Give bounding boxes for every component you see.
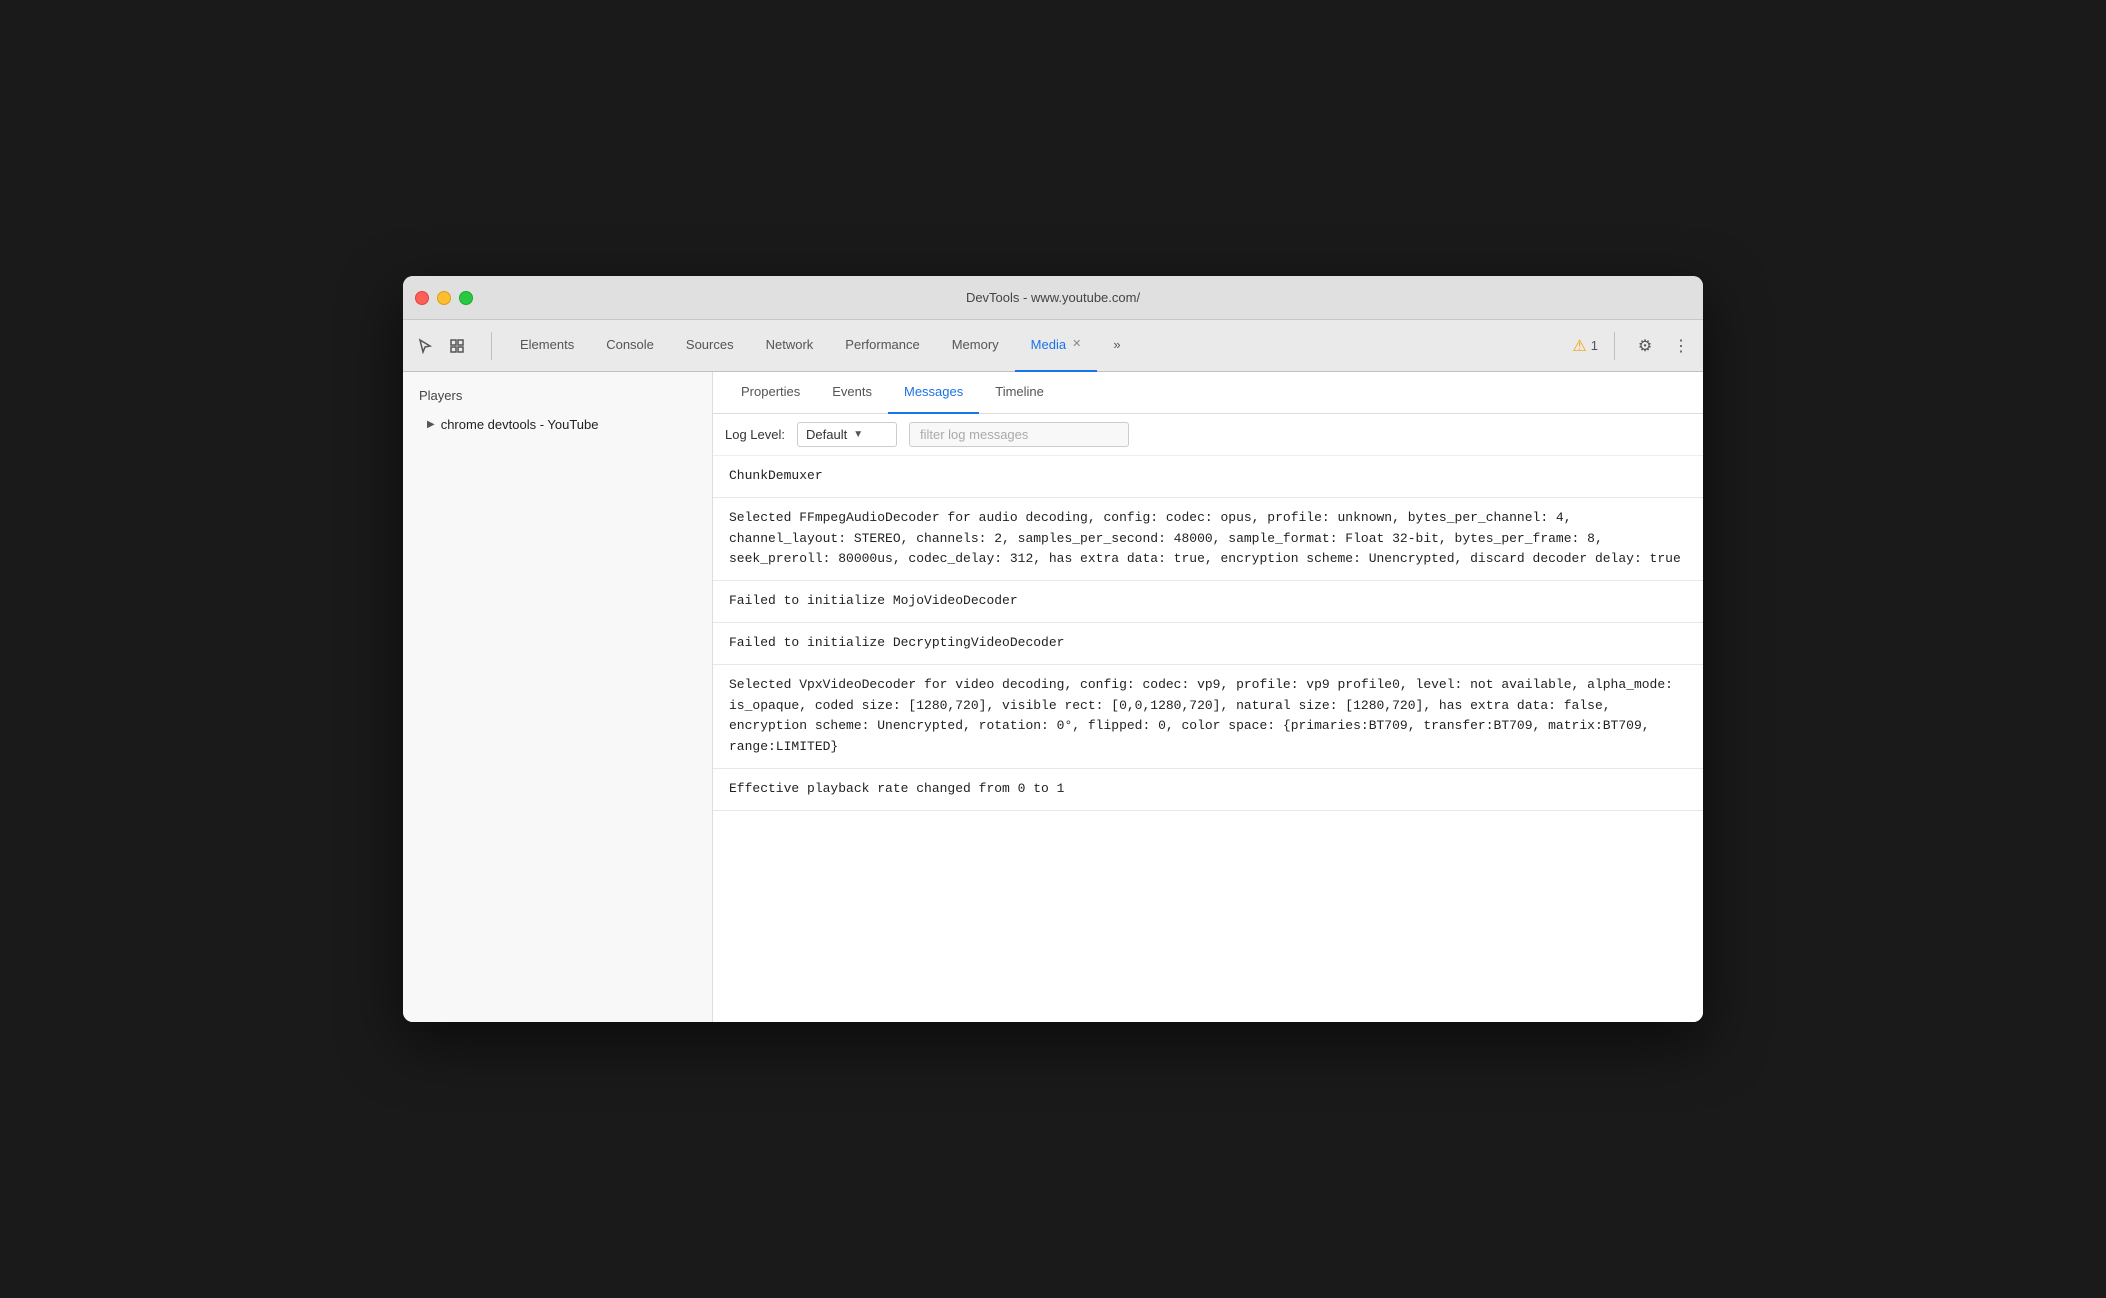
tab-network[interactable]: Network [750,320,830,372]
sidebar-arrow-icon: ▶ [427,419,435,430]
warning-badge[interactable]: ⚠ 1 [1572,336,1598,356]
sub-tab-messages[interactable]: Messages [888,372,979,414]
filter-input[interactable] [909,422,1129,447]
traffic-lights [415,291,473,305]
list-item: Failed to initialize DecryptingVideoDeco… [713,623,1703,665]
tab-sources[interactable]: Sources [670,320,750,372]
panel: Properties Events Messages Timeline Log … [713,372,1703,1022]
sub-tab-events[interactable]: Events [816,372,888,414]
list-item: Effective playback rate changed from 0 t… [713,769,1703,811]
tab-close-icon[interactable]: ✕ [1072,339,1081,350]
warning-icon: ⚠ [1572,336,1586,356]
toolbar-right: ⚠ 1 ⚙ ⋮ [1572,332,1695,360]
window-title: DevTools - www.youtube.com/ [966,290,1140,305]
inspect-icon-btn[interactable] [443,332,471,360]
log-level-label: Log Level: [725,427,785,442]
sub-tab-timeline[interactable]: Timeline [979,372,1060,414]
toolbar-divider [491,332,492,360]
sub-tabs: Properties Events Messages Timeline [713,372,1703,414]
list-item: ChunkDemuxer [713,456,1703,498]
toolbar-tabs: Elements Console Sources Network Perform… [504,320,1568,372]
sidebar: Players ▶ chrome devtools - YouTube [403,372,713,1022]
messages-list: ChunkDemuxer Selected FFmpegAudioDecoder… [713,456,1703,1022]
toolbar-icons [411,332,471,360]
title-bar: DevTools - www.youtube.com/ [403,276,1703,320]
log-controls: Log Level: Default ▼ [713,414,1703,456]
log-level-select[interactable]: Default ▼ [797,422,897,447]
tab-memory[interactable]: Memory [936,320,1015,372]
tab-performance[interactable]: Performance [829,320,935,372]
tab-more[interactable]: » [1097,320,1136,372]
tab-elements[interactable]: Elements [504,320,590,372]
main-content: Players ▶ chrome devtools - YouTube Prop… [403,372,1703,1022]
tab-media[interactable]: Media ✕ [1015,320,1098,372]
list-item: Selected VpxVideoDecoder for video decod… [713,665,1703,769]
cursor-icon-btn[interactable] [411,332,439,360]
settings-button[interactable]: ⚙ [1631,332,1659,360]
list-item: Failed to initialize MojoVideoDecoder [713,581,1703,623]
more-button[interactable]: ⋮ [1667,332,1695,360]
maximize-button[interactable] [459,291,473,305]
toolbar-right-divider [1614,332,1615,360]
sub-tab-properties[interactable]: Properties [725,372,816,414]
close-button[interactable] [415,291,429,305]
toolbar: Elements Console Sources Network Perform… [403,320,1703,372]
sidebar-title: Players [403,384,712,411]
select-arrow-icon: ▼ [853,429,863,440]
list-item: Selected FFmpegAudioDecoder for audio de… [713,498,1703,581]
devtools-window: DevTools - www.youtube.com/ [403,276,1703,1022]
tab-console[interactable]: Console [590,320,670,372]
minimize-button[interactable] [437,291,451,305]
sidebar-item-youtube[interactable]: ▶ chrome devtools - YouTube [403,411,712,438]
